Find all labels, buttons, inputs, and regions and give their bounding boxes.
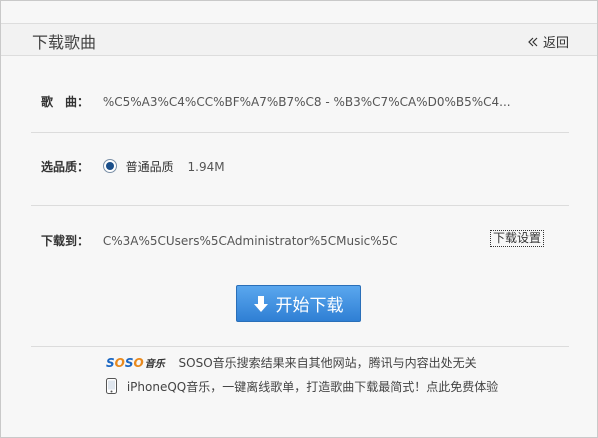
quality-label: 选品质： [41,160,90,174]
dialog-header: 下载歌曲 返回 [1,23,597,56]
song-label: 歌 曲： [41,95,90,109]
destination-row: 下载到： C%3A%5CUsers%5CAdministrator%5CMusi… [41,232,398,249]
start-download-label: 开始下载 [275,296,344,316]
download-dialog: 下载歌曲 返回 歌 曲： %C5%A3%C4%CC%BF%A7%B7%C8 - … [0,0,598,438]
quality-option-label: 普通品质 [125,160,174,174]
divider [31,205,569,206]
promo-link[interactable]: iPhoneQQ音乐，一键离线歌单，打造歌曲下载最简式！点此免费体验 [127,380,498,394]
phone-icon [106,378,117,394]
dialog-title: 下载歌曲 [32,33,97,52]
start-download-button[interactable]: 开始下载 [236,285,361,322]
radio-selected-icon[interactable] [102,159,117,173]
song-row: 歌 曲： %C5%A3%C4%CC%BF%A7%B7%C8 - %B3%C7%C… [41,93,511,110]
back-label: 返回 [542,36,569,51]
quality-option[interactable]: 普通品质 [102,159,178,174]
quality-row: 选品质： 普通品质 1.94M [41,158,225,175]
quality-size: 1.94M [187,160,225,174]
destination-label: 下载到： [41,234,90,248]
download-arrow-icon [253,295,268,312]
soso-disclaimer-row: SOSO音乐 SOSO音乐搜索结果来自其他网站，腾讯与内容出处无关 [106,354,477,371]
promo-row[interactable]: iPhoneQQ音乐，一键离线歌单，打造歌曲下载最简式！点此免费体验 [106,378,498,395]
divider [31,346,569,347]
download-settings-link[interactable]: 下载设置 [490,230,545,247]
song-name: %C5%A3%C4%CC%BF%A7%B7%C8 - %B3%C7%CA%D0%… [102,95,511,109]
disclaimer-text: SOSO音乐搜索结果来自其他网站，腾讯与内容出处无关 [178,356,477,370]
double-chevron-left-icon [528,37,538,46]
back-link[interactable]: 返回 [527,32,569,51]
destination-path: C%3A%5CUsers%5CAdministrator%5CMusic%5C [102,234,398,248]
soso-logo: SOSO音乐 [106,356,165,370]
divider [31,132,569,133]
